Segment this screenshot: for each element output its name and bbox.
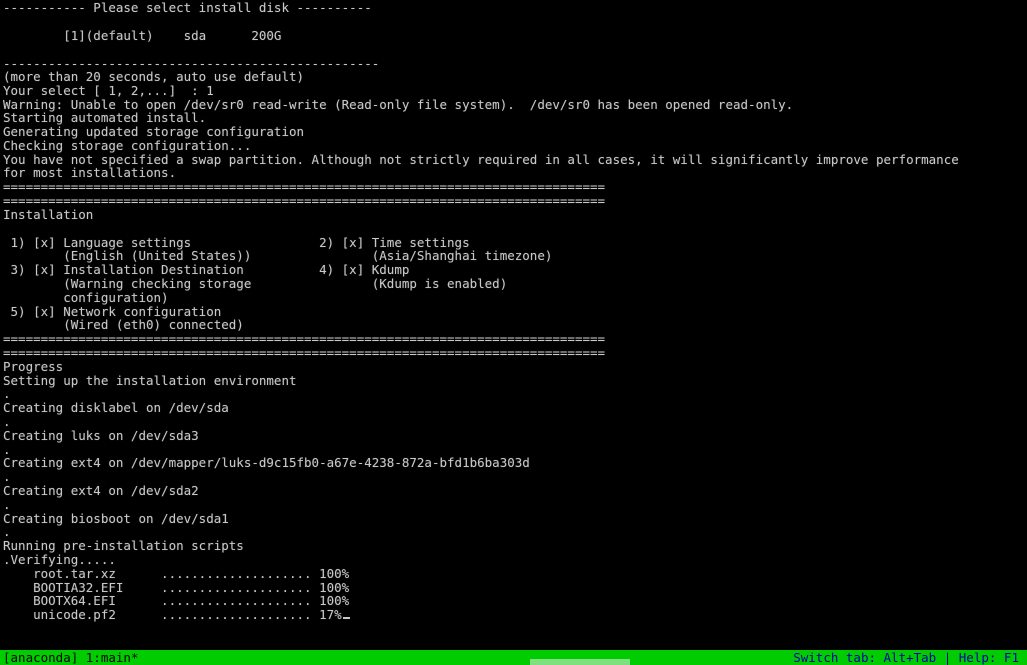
terminal-line: Checking storage configuration... — [3, 138, 252, 153]
spoke-status-row: (Warning checking storage (Kdump is enab… — [3, 276, 508, 291]
progress-line: Creating ext4 on /dev/sda2 — [3, 483, 199, 498]
progress-dot: . — [3, 469, 11, 484]
progress-dot: . — [3, 524, 11, 539]
progress-line: Creating ext4 on /dev/mapper/luks-d9c15f… — [3, 455, 530, 470]
spoke-status-row: configuration) — [3, 290, 169, 305]
terminal-line: ----------- Please select install disk -… — [3, 0, 372, 15]
progress-line: Creating disklabel on /dev/sda — [3, 400, 229, 415]
text-cursor — [342, 617, 350, 619]
verify-file-row: root.tar.xz .................... 100% — [3, 566, 350, 581]
spoke-row: 3) [x] Installation Destination 4) [x] K… — [3, 262, 410, 277]
terminal-line: Generating updated storage configuration — [3, 124, 305, 139]
spoke-status-row: (Wired (eth0) connected) — [3, 317, 244, 332]
verify-file-row: BOOTX64.EFI .................... 100% — [3, 593, 350, 608]
progress-dot: . — [3, 497, 11, 512]
progress-line: Creating biosboot on /dev/sda1 — [3, 511, 229, 526]
tmux-status-bar: [anaconda] 1:main* Switch tab: Alt+Tab |… — [0, 650, 1027, 665]
progress-line: Running pre-installation scripts — [3, 538, 244, 553]
spoke-status-row: (English (United States)) (Asia/Shanghai… — [3, 248, 553, 263]
progress-line: Creating luks on /dev/sda3 — [3, 428, 199, 443]
terminal-screen[interactable]: ----------- Please select install disk -… — [0, 0, 1027, 650]
section-title-progress: Progress — [3, 359, 64, 374]
terminal-line: (more than 20 seconds, auto use default) — [3, 69, 305, 84]
separator-line: ========================================… — [3, 193, 606, 208]
progress-dot: . — [3, 386, 11, 401]
status-bar-artifact — [530, 659, 630, 665]
separator-line: ========================================… — [3, 331, 606, 346]
window-list[interactable]: [anaconda] 1:main* — [3, 650, 138, 665]
separator-line: ========================================… — [3, 345, 606, 360]
verifying-line: .Verifying..... — [3, 552, 116, 567]
terminal-line: Your select [ 1, 2,...] : 1 — [3, 83, 214, 98]
verify-file-text: unicode.pf2 .................... 17% — [3, 607, 342, 622]
terminal-line: [1](default) sda 200G — [3, 28, 282, 43]
progress-dot: . — [3, 414, 11, 429]
terminal-line: for most installations. — [3, 165, 177, 180]
verify-file-row-current: unicode.pf2 .................... 17% — [3, 608, 350, 622]
progress-line: Setting up the installation environment — [3, 373, 297, 388]
keyboard-hints: Switch tab: Alt+Tab | Help: F1 — [793, 650, 1019, 665]
section-title-installation: Installation — [3, 207, 94, 222]
terminal-line: Starting automated install. — [3, 110, 207, 125]
separator-line: ========================================… — [3, 179, 606, 194]
